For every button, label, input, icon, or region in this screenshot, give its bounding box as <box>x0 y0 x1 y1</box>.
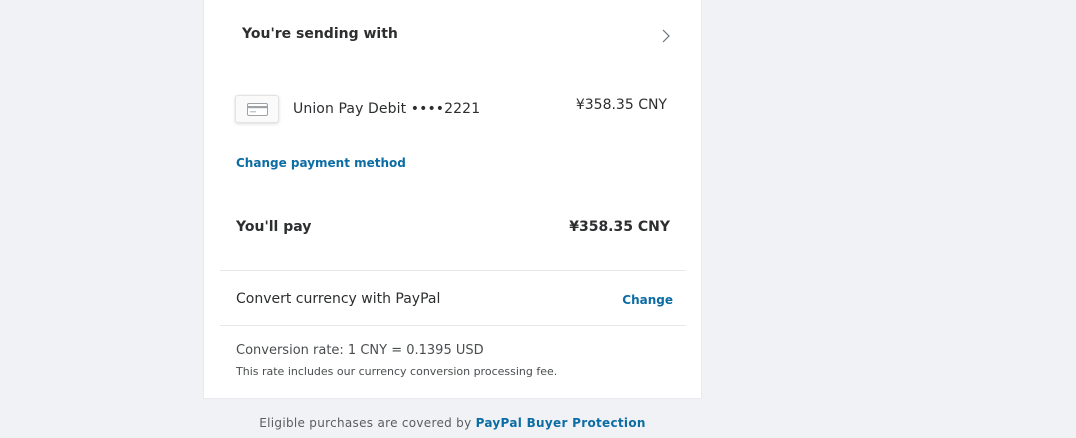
payment-method-row: Union Pay Debit ••••2221 ¥358.35 CNY <box>235 95 667 125</box>
conversion-rate-note: This rate includes our currency conversi… <box>236 365 558 378</box>
buyer-protection-link[interactable]: PayPal Buyer Protection <box>476 416 646 430</box>
convert-change-link[interactable]: Change <box>622 293 673 307</box>
you-will-pay-amount: ¥358.35 CNY <box>569 219 670 235</box>
credit-card-icon <box>235 95 279 123</box>
convert-currency-row: Convert currency with PayPal Change <box>236 291 673 311</box>
convert-currency-label: Convert currency with PayPal <box>236 291 441 307</box>
divider <box>220 325 686 326</box>
you-will-pay-row: You'll pay ¥358.35 CNY <box>236 219 670 239</box>
divider <box>220 270 686 271</box>
you-will-pay-label: You'll pay <box>236 219 312 235</box>
sending-with-row[interactable]: You're sending with <box>242 25 672 49</box>
change-payment-method-link[interactable]: Change payment method <box>236 156 406 170</box>
payment-method-amount: ¥358.35 CNY <box>575 97 667 113</box>
payment-method-name: Union Pay Debit ••••2221 <box>293 101 481 117</box>
payment-card: You're sending with Union Pay Debit ••••… <box>203 0 702 399</box>
chevron-right-icon[interactable] <box>660 29 672 43</box>
conversion-rate: Conversion rate: 1 CNY = 0.1395 USD <box>236 343 484 358</box>
footer-text: Eligible purchases are covered by <box>259 416 476 430</box>
sending-with-title: You're sending with <box>242 26 398 42</box>
buyer-protection-footer: Eligible purchases are covered by PayPal… <box>0 416 905 430</box>
